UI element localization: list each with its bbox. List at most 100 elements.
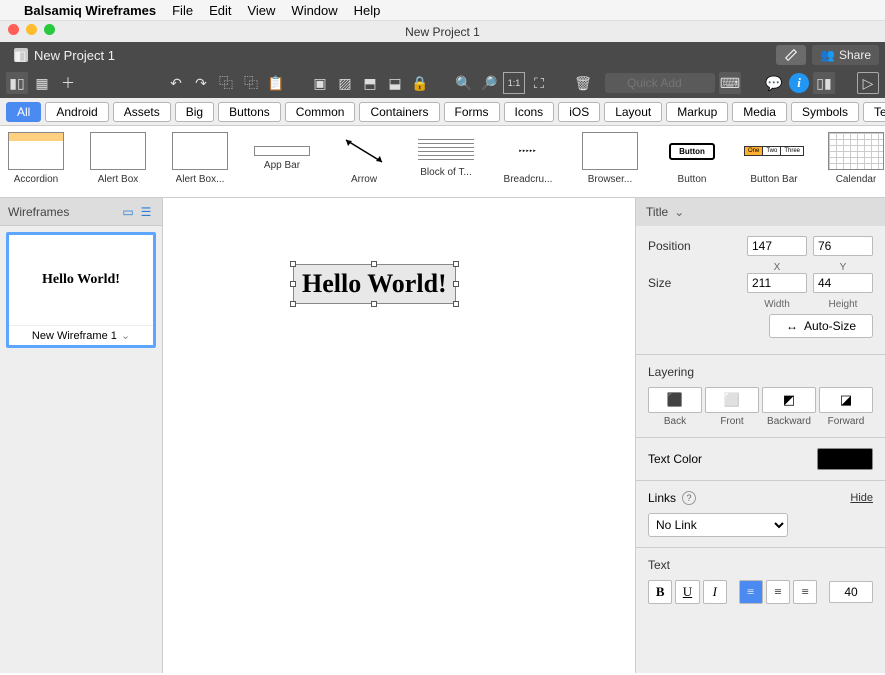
- title-control-selected[interactable]: Hello World!: [293, 264, 456, 304]
- menu-file[interactable]: File: [172, 3, 193, 18]
- lib-app-bar[interactable]: App Bar: [254, 132, 310, 191]
- appname[interactable]: Balsamiq Wireframes: [24, 3, 156, 18]
- resize-handle-nw[interactable]: [290, 261, 296, 267]
- align-center-button[interactable]: ≡: [766, 580, 790, 604]
- category-buttons[interactable]: Buttons: [218, 102, 281, 122]
- ungroup-icon[interactable]: ▨: [334, 72, 356, 94]
- zoom-out-icon[interactable]: 🔍: [453, 72, 475, 94]
- quick-add-search[interactable]: [605, 73, 715, 93]
- zoom-window-icon[interactable]: [44, 24, 55, 35]
- resize-handle-e[interactable]: [453, 281, 459, 287]
- zoom-in-icon[interactable]: 🔎: [478, 72, 500, 94]
- width-input[interactable]: [747, 273, 807, 293]
- lib-button[interactable]: ButtonButton: [664, 132, 720, 191]
- category-all[interactable]: All: [6, 102, 41, 122]
- category-icons[interactable]: Icons: [504, 102, 555, 122]
- layer-backward-button[interactable]: ◩: [762, 387, 816, 413]
- close-window-icon[interactable]: [8, 24, 19, 35]
- keyboard-icon[interactable]: ⌨: [719, 72, 741, 94]
- resize-handle-ne[interactable]: [453, 261, 459, 267]
- autosize-button[interactable]: ↔Auto-Size: [769, 314, 873, 338]
- send-back-icon[interactable]: ⬓: [384, 72, 406, 94]
- lib-browser[interactable]: Browser...: [582, 132, 638, 191]
- fontsize-input[interactable]: [829, 581, 873, 603]
- lib-block-text[interactable]: Block of T...: [418, 132, 474, 191]
- lib-accordion[interactable]: Accordion: [8, 132, 64, 191]
- layer-back-button[interactable]: ⬛: [648, 387, 702, 413]
- thumbnail-grid-icon[interactable]: ▦: [31, 72, 53, 94]
- resize-handle-sw[interactable]: [290, 301, 296, 307]
- position-y-input[interactable]: [813, 236, 873, 256]
- bring-front-icon[interactable]: ⬒: [359, 72, 381, 94]
- resize-handle-s[interactable]: [371, 301, 377, 307]
- wireframe-thumbnail[interactable]: Hello World! New Wireframe 1 ⌄: [6, 232, 156, 348]
- share-button[interactable]: 👥Share: [812, 45, 879, 65]
- navigator-header: Wireframes ▭ ☰: [0, 198, 162, 226]
- category-common[interactable]: Common: [285, 102, 356, 122]
- menu-help[interactable]: Help: [354, 3, 381, 18]
- menu-view[interactable]: View: [247, 3, 275, 18]
- quick-add-input[interactable]: [605, 73, 715, 93]
- info-icon[interactable]: i: [789, 73, 809, 93]
- category-layout[interactable]: Layout: [604, 102, 662, 122]
- navigator-grid-icon[interactable]: ▭: [120, 204, 136, 220]
- category-containers[interactable]: Containers: [359, 102, 439, 122]
- resize-handle-w[interactable]: [290, 281, 296, 287]
- trash-icon[interactable]: 🗑: [572, 72, 594, 94]
- comments-icon[interactable]: 💬: [763, 72, 785, 94]
- minimize-window-icon[interactable]: [26, 24, 37, 35]
- category-media[interactable]: Media: [732, 102, 787, 122]
- link-select[interactable]: No Link: [648, 513, 788, 537]
- group-icon[interactable]: ▣: [309, 72, 331, 94]
- category-big[interactable]: Big: [175, 102, 214, 122]
- align-right-button[interactable]: ≡: [793, 580, 817, 604]
- lib-alert-box[interactable]: Alert Box: [90, 132, 146, 191]
- chevron-down-icon[interactable]: ⌄: [121, 329, 130, 342]
- category-assets[interactable]: Assets: [113, 102, 171, 122]
- height-input[interactable]: [813, 273, 873, 293]
- resize-handle-se[interactable]: [453, 301, 459, 307]
- lock-icon[interactable]: 🔒: [409, 72, 431, 94]
- zoom-actual-icon[interactable]: 1:1: [503, 72, 525, 94]
- category-forms[interactable]: Forms: [444, 102, 500, 122]
- underline-button[interactable]: U: [675, 580, 699, 604]
- category-ios[interactable]: iOS: [558, 102, 600, 122]
- paste-icon[interactable]: 📋: [265, 72, 287, 94]
- layer-forward-button[interactable]: ◪: [819, 387, 873, 413]
- copy-icon[interactable]: ⿻: [240, 72, 262, 94]
- category-symbols[interactable]: Symbols: [791, 102, 859, 122]
- edit-dropdown-button[interactable]: [776, 45, 806, 65]
- lib-calendar[interactable]: Calendar: [828, 132, 884, 191]
- width-label: Width: [747, 299, 807, 310]
- menu-window[interactable]: Window: [291, 3, 337, 18]
- zoom-fit-icon[interactable]: ⛶: [528, 72, 550, 94]
- textcolor-swatch[interactable]: [817, 448, 873, 470]
- lib-alert-box-2[interactable]: Alert Box...: [172, 132, 228, 191]
- navigator-toggle-icon[interactable]: ▮▯: [6, 72, 28, 94]
- lib-arrow[interactable]: Arrow: [336, 132, 392, 191]
- project-tab[interactable]: ◧ New Project 1: [0, 42, 129, 68]
- canvas[interactable]: Hello World!: [163, 198, 635, 673]
- align-left-button[interactable]: ≡: [739, 580, 763, 604]
- lib-breadcrumbs[interactable]: ▸▸▸▸▸Breadcru...: [500, 132, 556, 191]
- duplicate-icon[interactable]: ⿻: [215, 72, 237, 94]
- help-icon[interactable]: ?: [682, 491, 696, 505]
- lib-button-bar[interactable]: OneTwoThreeButton Bar: [746, 132, 802, 191]
- layer-front-button[interactable]: ⬜: [705, 387, 759, 413]
- category-android[interactable]: Android: [45, 102, 108, 122]
- bold-button[interactable]: B: [648, 580, 672, 604]
- inspector-toggle-icon[interactable]: ▯▮: [813, 72, 835, 94]
- italic-button[interactable]: I: [703, 580, 727, 604]
- hide-link[interactable]: Hide: [850, 492, 873, 504]
- chevron-down-icon[interactable]: ⌄: [674, 205, 684, 219]
- resize-handle-n[interactable]: [371, 261, 377, 267]
- present-icon[interactable]: ▷: [857, 72, 879, 94]
- position-x-input[interactable]: [747, 236, 807, 256]
- add-wireframe-icon[interactable]: ＋: [57, 72, 79, 94]
- navigator-list-icon[interactable]: ☰: [138, 204, 154, 220]
- category-text[interactable]: Text: [863, 102, 885, 122]
- category-markup[interactable]: Markup: [666, 102, 728, 122]
- menu-edit[interactable]: Edit: [209, 3, 231, 18]
- redo-icon[interactable]: ↷: [190, 72, 212, 94]
- undo-icon[interactable]: ↶: [165, 72, 187, 94]
